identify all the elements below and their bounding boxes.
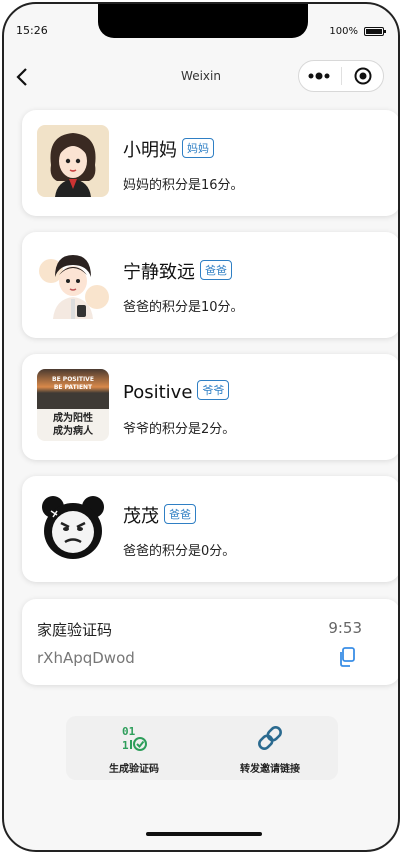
member-points: 妈妈的积分是16分。: [123, 178, 244, 193]
avatar-text-line: 成为病人: [53, 424, 94, 437]
member-name-row: 茂茂 爸爸: [123, 502, 196, 528]
nav-bar: Weixin: [4, 56, 398, 98]
status-indicators: 100%: [329, 26, 386, 37]
close-circle-icon: [354, 67, 371, 85]
action-bar: 01 1 生成验证码 转发邀请链接: [66, 716, 338, 780]
member-points: 爷爷的积分是2分。: [123, 422, 236, 437]
code-timer: 9:53: [328, 619, 362, 637]
member-points: 爸爸的积分是10分。: [123, 300, 244, 315]
role-tag: 妈妈: [182, 138, 214, 158]
share-invite-label: 转发邀请链接: [240, 764, 300, 775]
avatar-text-line: 成为阳性: [53, 411, 93, 424]
generate-code-label: 生成验证码: [109, 764, 159, 775]
home-indicator: [146, 832, 262, 836]
member-avatar: [37, 125, 109, 197]
member-points: 爸爸的积分是0分。: [123, 544, 236, 559]
member-card[interactable]: 茂茂 爸爸 爸爸的积分是0分。: [22, 476, 398, 582]
mini-program-capsule: [298, 60, 384, 92]
member-card[interactable]: BE POSITIVE BE PATIENT 成为阳性 成为病人 Positiv…: [22, 354, 398, 460]
verification-code[interactable]: rXhApqDwod: [37, 649, 135, 667]
status-time: 15:26: [16, 24, 48, 37]
member-avatar: [37, 491, 109, 563]
battery-icon: [364, 27, 386, 36]
svg-text:1: 1: [122, 739, 129, 752]
verification-title: 家庭验证码: [37, 621, 113, 639]
role-tag: 爷爷: [197, 380, 230, 400]
member-card[interactable]: 宁静致远 爸爸 爸爸的积分是10分。: [22, 232, 398, 338]
notch: [98, 4, 308, 38]
more-dots-icon: [308, 72, 330, 80]
member-avatar: BE POSITIVE BE PATIENT 成为阳性 成为病人: [37, 369, 109, 441]
avatar-text-line: BE PATIENT: [54, 384, 93, 391]
avatar-text-line: BE POSITIVE: [52, 376, 94, 383]
member-name-row: 小明妈 妈妈: [123, 136, 214, 162]
phone-frame: 15:26 100% Weixin 小明妈 妈妈 妈妈的积分是16分。 宁静致远…: [2, 2, 400, 852]
copy-icon[interactable]: [338, 647, 356, 667]
more-button[interactable]: [299, 72, 341, 80]
member-name: 小明妈: [123, 140, 177, 161]
role-tag: 爸爸: [164, 504, 196, 524]
member-name-row: 宁静致远 爸爸: [123, 258, 232, 284]
member-card[interactable]: 小明妈 妈妈 妈妈的积分是16分。: [22, 110, 398, 216]
binary-check-icon: 01 1: [122, 725, 147, 752]
member-name: Positive: [123, 382, 193, 403]
generate-code-button[interactable]: 01 1 生成验证码: [66, 716, 202, 780]
member-avatar: [37, 247, 109, 319]
close-button[interactable]: [342, 67, 383, 85]
role-tag: 爸爸: [200, 260, 232, 280]
verification-code-card: 家庭验证码 rXhApqDwod 9:53: [22, 599, 398, 685]
share-invite-button[interactable]: 转发邀请链接: [202, 716, 338, 780]
member-name: 宁静致远: [123, 262, 195, 283]
member-name: 茂茂: [123, 506, 159, 527]
link-icon: [258, 726, 282, 750]
binary-icon-text: 01: [122, 725, 136, 738]
battery-percent: 100%: [329, 26, 358, 37]
member-name-row: Positive 爷爷: [123, 380, 230, 403]
